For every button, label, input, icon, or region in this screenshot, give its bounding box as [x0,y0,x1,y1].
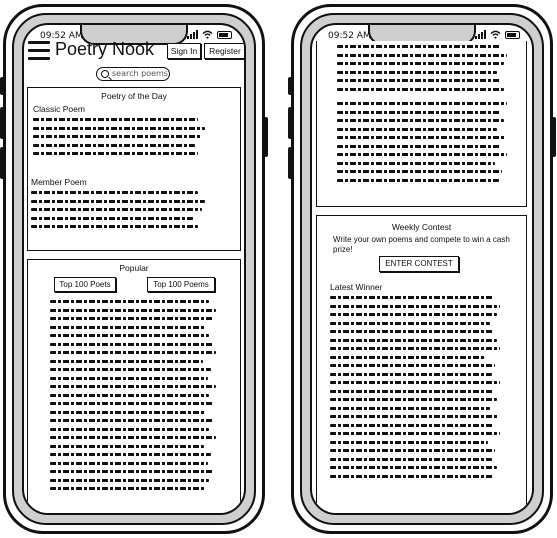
member-poem-heading[interactable]: Member Poem [31,177,87,187]
classic-poem-heading[interactable]: Classic Poem [33,104,85,114]
latest-winner-poem [330,296,500,483]
sign-in-button[interactable]: Sign In [167,43,201,59]
battery-icon [505,30,520,39]
phone-left: 09:52 AM Poetry Nook Sign In Register se… [0,4,268,534]
menu-icon[interactable] [28,41,50,61]
app-header: Poetry Nook Sign In Register [28,39,244,65]
poem-continued-panel [316,41,527,207]
power-button [552,117,556,157]
volume-down-button [0,147,4,179]
contest-description: Write your own poems and compete to win … [333,235,510,254]
register-button[interactable]: Register [204,43,244,59]
top-poems-button[interactable]: Top 100 Poems [147,277,215,292]
mute-switch [288,77,292,95]
search-placeholder: search poems [112,69,168,78]
poetry-of-the-day-title: Poetry of the Day [101,91,167,101]
top-poets-button[interactable]: Top 100 Poets [54,277,116,292]
classic-poem-text [33,118,205,161]
search-input[interactable]: search poems [96,67,170,81]
volume-up-button [288,107,292,139]
popular-title: Popular [119,263,149,273]
phone-screen: 09:52 AM Weekly Contest Write your own p… [310,23,534,515]
popular-list [50,300,216,496]
wifi-icon [202,30,213,39]
volume-down-button [288,147,292,179]
site-logo[interactable]: Poetry Nook [55,39,154,60]
wifi-icon [490,30,501,39]
phone-right: 09:52 AM Weekly Contest Write your own p… [288,4,556,534]
status-time: 09:52 AM [328,31,371,41]
poetry-of-the-day-panel: Poetry of the Day Classic Poem Member Po… [27,87,241,251]
popular-panel: Popular Top 100 Poets Top 100 Poems [27,259,241,513]
phone-bezel: 09:52 AM Weekly Contest Write your own p… [300,13,544,525]
phone-bezel: 09:52 AM Poetry Nook Sign In Register se… [12,13,256,525]
power-button [264,117,268,157]
mute-switch [0,77,4,95]
search-icon [101,70,109,78]
status-icons [475,30,520,39]
enter-contest-button[interactable]: ENTER CONTEST [379,256,459,272]
battery-icon [217,30,232,39]
volume-up-button [0,107,4,139]
member-poem-text [31,191,205,234]
phone-screen: 09:52 AM Poetry Nook Sign In Register se… [22,23,246,515]
latest-winner-heading[interactable]: Latest Winner [330,282,382,292]
signal-icon [187,30,198,39]
status-icons [187,30,232,39]
weekly-contest-title: Weekly Contest [391,222,452,232]
poem-text-continued [337,45,507,187]
weekly-contest-panel: Weekly Contest Write your own poems and … [316,215,527,513]
signal-icon [475,30,486,39]
